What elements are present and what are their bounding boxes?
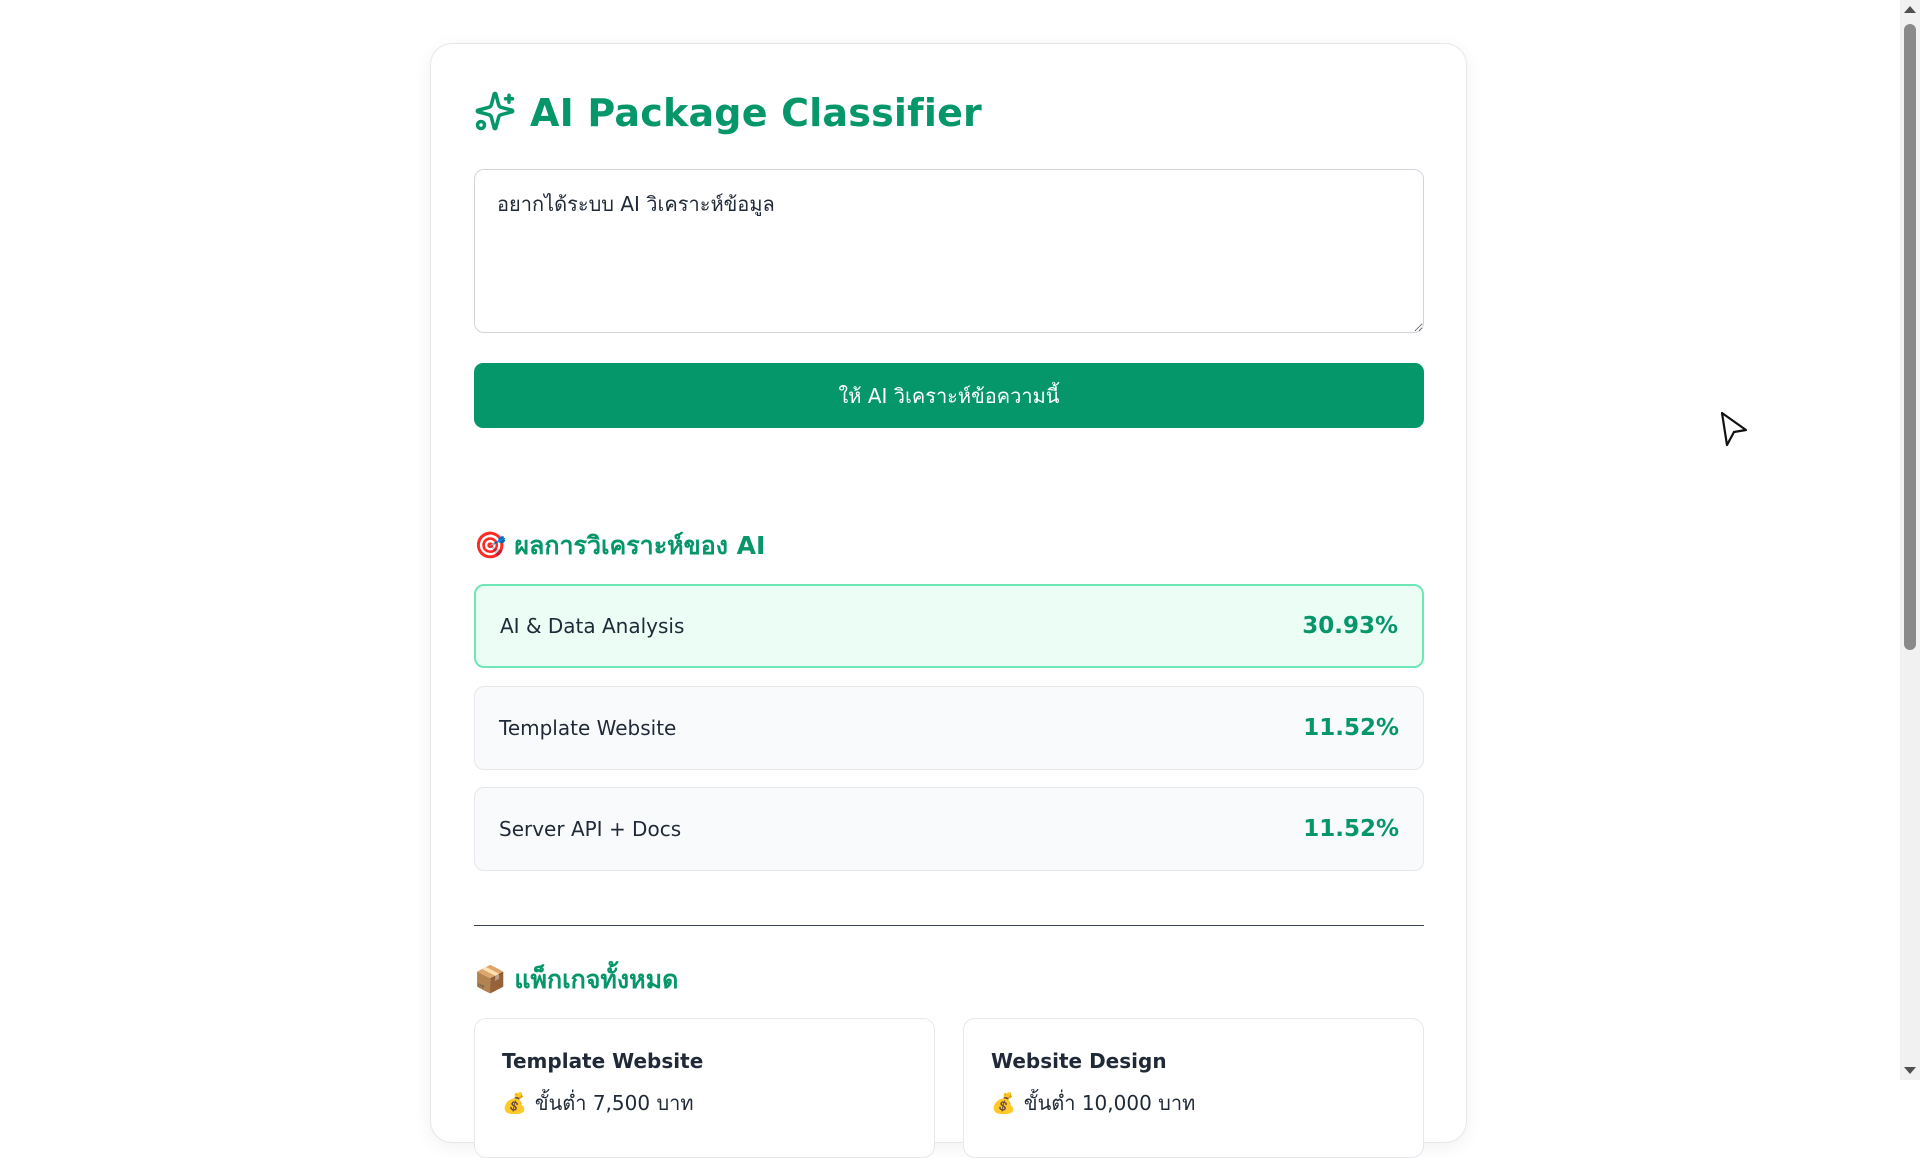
result-item: Server API + Docs 11.52% xyxy=(474,787,1424,871)
package-price-label: ขั้นต่ำ 10,000 บาท xyxy=(1023,1091,1196,1115)
result-percent: 30.93% xyxy=(1302,613,1398,639)
scroll-down-arrow-icon[interactable] xyxy=(1904,1067,1916,1074)
analyze-button[interactable]: ให้ AI วิเคราะห์ข้อความนี้ xyxy=(474,363,1424,428)
results-heading-label: ผลการวิเคราะห์ของ AI xyxy=(514,531,766,560)
page-scrollbar[interactable] xyxy=(1900,0,1920,1080)
result-item: Template Website 11.52% xyxy=(474,686,1424,770)
section-divider xyxy=(474,925,1424,926)
mouse-cursor-icon xyxy=(1720,411,1748,447)
package-icon: 📦 xyxy=(474,965,507,995)
packages-heading: 📦 แพ็กเกจทั้งหมด xyxy=(474,960,678,1000)
message-textarea[interactable]: อยากได้ระบบ AI วิเคราะห์ข้อมูล xyxy=(474,169,1424,333)
result-name: Template Website xyxy=(499,716,677,740)
result-name: Server API + Docs xyxy=(499,817,682,841)
scrollbar-thumb[interactable] xyxy=(1904,24,1916,650)
packages-heading-label: แพ็กเกจทั้งหมด xyxy=(514,965,679,994)
result-item-top: AI & Data Analysis 30.93% xyxy=(474,584,1424,668)
money-bag-icon: 💰 xyxy=(991,1091,1016,1115)
package-name: Template Website xyxy=(502,1049,704,1073)
money-bag-icon: 💰 xyxy=(502,1091,527,1115)
result-percent: 11.52% xyxy=(1303,715,1399,741)
package-price: 💰 ขั้นต่ำ 10,000 บาท xyxy=(991,1087,1396,1119)
target-icon: 🎯 xyxy=(474,531,507,561)
header: AI Package Classifier xyxy=(474,90,982,136)
result-name: AI & Data Analysis xyxy=(500,614,685,638)
sparkles-icon xyxy=(474,90,516,136)
page-title: AI Package Classifier xyxy=(530,91,982,135)
result-percent: 11.52% xyxy=(1303,816,1399,842)
package-card[interactable]: Website Design 💰 ขั้นต่ำ 10,000 บาท xyxy=(963,1018,1424,1158)
package-price: 💰 ขั้นต่ำ 7,500 บาท xyxy=(502,1087,907,1119)
classifier-card: AI Package Classifier อยากได้ระบบ AI วิเ… xyxy=(430,43,1467,1158)
package-card[interactable]: Template Website 💰 ขั้นต่ำ 7,500 บาท xyxy=(474,1018,935,1158)
scroll-up-arrow-icon[interactable] xyxy=(1904,6,1916,13)
results-heading: 🎯 ผลการวิเคราะห์ของ AI xyxy=(474,526,765,566)
package-name: Website Design xyxy=(991,1049,1167,1073)
package-price-label: ขั้นต่ำ 7,500 บาท xyxy=(534,1091,694,1115)
